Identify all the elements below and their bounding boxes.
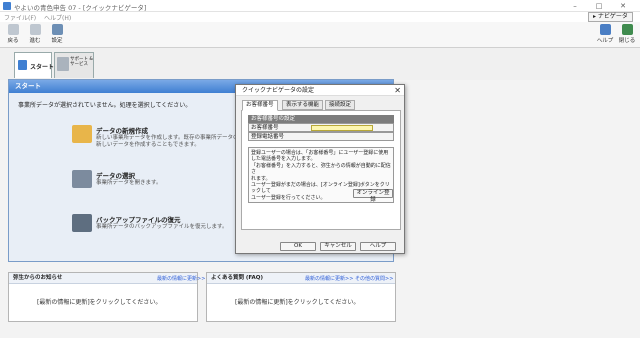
restore-backup-desc: 事業所データのバックアップファイルを復元します。 — [96, 224, 228, 230]
new-folder-icon — [72, 125, 92, 143]
support-icon — [57, 57, 69, 71]
cancel-button[interactable]: キャンセル — [320, 242, 356, 251]
dialog-close-button[interactable]: ✕ — [394, 85, 401, 96]
select-data-desc: 事業所データを開きます。 — [96, 180, 162, 186]
title-bar: やよいの青色申告 07 - [クイックナビゲータ] – □ ✕ — [0, 0, 640, 12]
tab-support-label: サポート & サービス — [70, 57, 93, 67]
navigator-button[interactable]: ▸ ナビゲータ — [588, 12, 633, 22]
tab-start[interactable]: スタート — [14, 52, 55, 78]
open-data-icon — [72, 170, 92, 188]
registered-phone-row: 登録電話番号 — [248, 132, 394, 141]
customer-number-row: お客様番号 — [248, 123, 394, 132]
settings-button[interactable]: 設定 — [46, 23, 68, 47]
faq-other-questions-link[interactable]: その他の質問>> — [355, 275, 393, 282]
tab-connection-settings[interactable]: 接続設定 — [325, 100, 356, 110]
help-label: ヘルプ — [596, 38, 614, 44]
app-icon — [3, 2, 11, 10]
dialog-help-button[interactable]: ヘルプ — [360, 242, 396, 251]
toolbar: 戻る 進む 設定 ヘルプ 閉じる — [0, 22, 640, 48]
customer-number-section-header: お客様番号の設定 — [248, 115, 394, 123]
registered-phone-label: 登録電話番号 — [251, 134, 285, 140]
dialog-title-bar: クイックナビゲータの設定 ✕ — [236, 85, 404, 96]
forward-label: 進む — [29, 38, 41, 44]
online-register-button[interactable]: オンライン登録 — [353, 189, 393, 203]
back-label: 戻る — [7, 38, 19, 44]
tab-start-label: スタート — [30, 64, 55, 71]
new-data-desc-2: 新しいデータを作成することもできます。 — [96, 142, 200, 148]
news-refresh-link[interactable]: 最新の情報に更新>> — [157, 275, 205, 282]
ok-button[interactable]: OK — [280, 242, 316, 251]
forward-arrow-icon — [29, 24, 41, 35]
maximize-button[interactable]: □ — [590, 0, 608, 12]
settings-dialog: クイックナビゲータの設定 ✕ お客様番号 表示する機能 接続設定 お客様番号の設… — [235, 84, 405, 254]
close-toolbar-label: 閉じる — [618, 38, 636, 44]
news-panel-title: 弥生からのお知らせ — [13, 275, 63, 281]
news-panel: 弥生からのお知らせ 最新の情報に更新>> [最新の情報に更新]をクリックしてくだ… — [8, 272, 205, 322]
forward-button[interactable]: 進む — [24, 23, 46, 47]
help-button[interactable]: ヘルプ — [594, 23, 616, 47]
back-button[interactable]: 戻る — [2, 23, 24, 47]
registered-phone-value — [311, 134, 373, 140]
close-toolbar-button[interactable]: 閉じる — [616, 23, 638, 47]
backup-restore-icon — [72, 214, 92, 232]
help-icon — [599, 24, 611, 35]
minimize-button[interactable]: – — [566, 0, 584, 12]
faq-panel-body: [最新の情報に更新]をクリックしてください。 — [235, 299, 360, 306]
settings-label: 設定 — [51, 38, 63, 44]
menu-file[interactable]: ファイル(F) — [4, 13, 36, 22]
menu-bar: ファイル(F) ヘルプ(H) — [0, 12, 640, 22]
tab-support[interactable]: サポート & サービス — [54, 52, 94, 78]
settings-icon — [51, 24, 63, 35]
faq-panel: よくある質問 (FAQ) 最新の情報に更新>> その他の質問>> [最新の情報に… — [206, 272, 396, 322]
customer-number-label: お客様番号 — [251, 125, 279, 131]
tab-customer-number[interactable]: お客様番号 — [242, 100, 278, 111]
note-line-3: 「お客様番号」を入力すると、弥生からの情報が自動的に配信さ — [251, 162, 391, 176]
start-icon — [18, 60, 27, 70]
tab-display-functions[interactable]: 表示する機能 — [282, 100, 324, 110]
exit-door-icon — [621, 24, 633, 35]
customer-number-input[interactable] — [311, 125, 373, 131]
window-title: やよいの青色申告 07 - [クイックナビゲータ] — [14, 4, 147, 12]
faq-refresh-link[interactable]: 最新の情報に更新>> — [305, 275, 353, 282]
status-message: 事業所データが選択されていません。処理を選択してください。 — [18, 102, 192, 109]
menu-help[interactable]: ヘルプ(H) — [44, 13, 71, 22]
faq-panel-title: よくある質問 (FAQ) — [211, 275, 264, 281]
back-arrow-icon — [7, 24, 19, 35]
close-button[interactable]: ✕ — [614, 0, 632, 12]
news-panel-body: [最新の情報に更新]をクリックしてください。 — [37, 299, 162, 306]
dialog-title: クイックナビゲータの設定 — [242, 87, 315, 94]
tab-strip — [0, 48, 640, 80]
